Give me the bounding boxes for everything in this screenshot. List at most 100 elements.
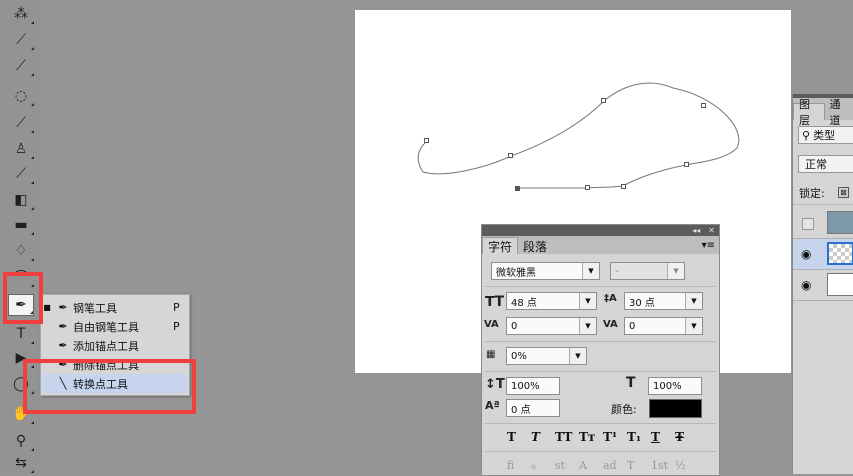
leading-icon: ‡A [604,293,617,304]
layers-tabs: 图层 通道 [793,94,853,120]
divider [485,341,716,342]
horizontal-scale-input[interactable]: 100% [648,377,702,395]
spot-healing-tool-glyph: ◌ [15,88,27,104]
spot-healing-tool-icon[interactable]: ◌ [8,85,34,107]
flyout-item-2[interactable]: ✒自由钢笔工具P [41,317,187,336]
type-style-button[interactable]: Tт [579,430,595,444]
type-tool-icon[interactable]: T [8,323,34,345]
divider [485,371,716,372]
tab-paragraph[interactable]: 段落 [518,238,552,254]
kerning-icon: VA [484,319,499,330]
panel-menu-icon[interactable]: ▾≡ [702,240,715,251]
anchor-points [425,99,706,191]
blur-tool-icon[interactable]: ♢ [8,240,34,262]
vertical-scale-input[interactable]: 100% [506,377,560,395]
kerning-select[interactable]: 0▼ [506,317,597,335]
quick-selection-tool-icon[interactable]: ⁂ [8,3,34,25]
flyout-item-label: 钢笔工具 [73,300,173,316]
type-style-button[interactable]: T¹ [603,430,617,444]
tab-character[interactable]: 字符 [482,237,518,254]
tracking-select[interactable]: 0▼ [624,317,703,335]
layer-row[interactable] [793,208,853,239]
flyout-item-1[interactable]: ■✒钢笔工具P [41,298,187,317]
pen-icon: ✒ [53,318,73,335]
clone-stamp-tool-glyph: ♙ [15,141,28,157]
type-style-button[interactable]: T [651,430,660,444]
opentype-button[interactable]: fi [507,459,514,472]
layer-row[interactable]: ◉ [793,239,853,270]
font-size-select[interactable]: 48 点▼ [506,292,597,310]
crop-tool-glyph: ⟋ [16,32,26,48]
tab-layers[interactable]: 图层 [793,103,825,120]
blend-mode-select[interactable]: 正常 [798,155,853,173]
eye-icon[interactable]: ◉ [801,247,811,261]
font-family-select[interactable]: 微软雅黑▼ [491,262,600,280]
eyedropper-tool-glyph: ⟋ [16,58,26,74]
text-color-swatch[interactable] [649,399,702,418]
crop-tool-icon[interactable]: ⟋ [8,29,34,51]
character-panel: ◂◂ ✕ 字符 段落 ▾≡ 微软雅黑▼ -▼ ꓔT 48 点▼ ‡A 30 点▼… [481,224,720,476]
tracking-icon: VA [603,319,618,330]
clone-stamp-tool-icon[interactable]: ♙ [8,138,34,160]
layer-thumbnail [827,211,853,234]
eraser-tool-icon[interactable]: ◧ [8,189,34,211]
submenu-indicator-icon [31,258,34,261]
submenu-indicator-icon [31,448,34,451]
chevron-down-icon: ▼ [685,293,702,309]
chevron-down-icon: ▼ [667,263,684,279]
chevron-down-icon: ▼ [569,348,586,364]
chevron-down-icon: ▼ [582,263,599,279]
tsume-select[interactable]: 0%▼ [506,347,587,365]
visibility-toggle[interactable] [802,218,814,230]
leading-select[interactable]: 30 点▼ [624,292,703,310]
baseline-shift-input[interactable]: 0 点 [506,399,560,417]
opentype-button[interactable]: ½ [675,459,686,472]
opentype-button[interactable]: 1st [651,459,668,472]
opentype-button[interactable]: ℴ [531,459,536,472]
layer-row[interactable]: ◉ [793,270,853,301]
type-style-button[interactable]: T [507,430,516,444]
type-style-button[interactable]: T₁ [627,430,641,444]
tab-channels[interactable]: 通道 [825,104,853,120]
panel-titlebar: ◂◂ ✕ [482,225,719,236]
brush-tool-icon[interactable]: ⟋ [8,112,34,134]
opentype-button[interactable]: A [579,459,587,472]
lock-transparency-icon[interactable]: ⊠ [838,187,849,198]
flyout-item-label: 自由钢笔工具 [73,319,173,335]
baseline-shift-icon: Aª [485,399,500,412]
quick-selection-tool-glyph: ⁂ [14,6,28,22]
swap-colors-tool-icon[interactable]: ⇆ [8,452,34,474]
type-style-button[interactable]: Ŧ [675,430,684,444]
zoom-tool-glyph: ⚲ [16,433,26,449]
pen-icon: ✒ [53,299,73,316]
type-style-button[interactable]: TT [555,430,572,444]
opentype-button[interactable]: T [627,459,634,472]
submenu-indicator-icon [31,156,34,159]
search-icon: ⚲ [799,129,813,142]
submenu-indicator-icon [31,21,34,24]
close-icon[interactable]: ✕ [708,226,715,235]
opentype-button[interactable]: ad [603,459,617,472]
highlight-pen-tool [3,272,43,324]
layer-filter[interactable]: ⚲类型 [798,126,853,144]
type-style-button[interactable]: T [531,430,540,444]
color-label: 颜色: [611,401,637,417]
pen-icon: ✒ [53,337,73,354]
blur-tool-glyph: ♢ [15,243,28,259]
submenu-indicator-icon [31,421,34,424]
chevron-down-icon: ▼ [579,318,596,334]
font-style-select[interactable]: -▼ [610,262,685,280]
gradient-tool-icon[interactable]: ▬ [8,214,34,236]
chevron-down-icon: ▼ [685,318,702,334]
submenu-indicator-icon [31,207,34,210]
collapse-icon[interactable]: ◂◂ [692,226,700,235]
divider [793,204,853,205]
submenu-indicator-icon [31,130,34,133]
flyout-item-3[interactable]: ✒添加锚点工具 [41,336,187,355]
eyedropper-tool-icon[interactable]: ⟋ [8,55,34,77]
highlight-convert-point [23,359,196,414]
opentype-button[interactable]: st [555,459,565,472]
zoom-tool-icon[interactable]: ⚲ [8,430,34,452]
history-brush-tool-icon[interactable]: ⟋ [8,163,34,185]
eye-icon[interactable]: ◉ [801,278,811,292]
